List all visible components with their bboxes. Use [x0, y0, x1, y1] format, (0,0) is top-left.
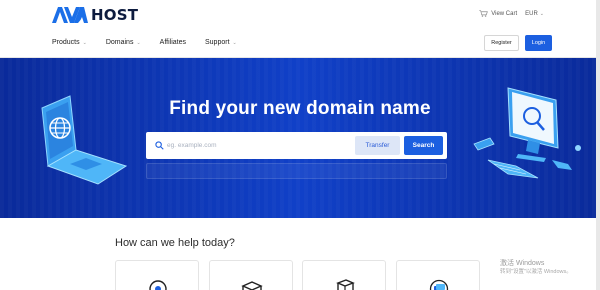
nav-item-label: Domains: [105, 39, 134, 46]
nav-item-label: Affiliates: [159, 39, 186, 46]
watermark-line1: 激活 Windows: [500, 260, 545, 267]
topbar-utilities: View Cart EUR ⌄: [479, 10, 544, 17]
server-icon: [336, 279, 355, 290]
view-cart-link[interactable]: View Cart: [479, 10, 517, 17]
main-nav: Products ⌄ Domains ⌄ Affiliates Support …: [52, 39, 237, 46]
nav-item-label: Support: [205, 39, 230, 46]
nav-item-affiliates[interactable]: Affiliates: [160, 39, 186, 46]
chevron-down-icon: ⌄: [82, 39, 87, 46]
hero-banner: Find your new domain name Transfer Searc…: [0, 58, 600, 218]
nav-item-label: Products: [52, 39, 80, 46]
currency-label: EUR: [525, 10, 538, 17]
credit-card-icon: [429, 279, 449, 290]
currency-selector[interactable]: EUR ⌄: [525, 11, 544, 17]
help-card-products[interactable]: [209, 260, 293, 290]
hero-title: Find your new domain name: [169, 98, 431, 119]
windows-activation-watermark: 激活 Windows 转到"设置"以激活 Windows。: [500, 259, 572, 277]
nav-item-domains[interactable]: Domains ⌄: [106, 39, 141, 46]
brand-logo[interactable]: HOST: [52, 6, 138, 24]
transfer-button[interactable]: Transfer: [355, 136, 400, 155]
search-icon: [155, 141, 164, 150]
view-cart-label: View Cart: [491, 10, 518, 17]
nav-item-support[interactable]: Support ⌄: [205, 39, 237, 46]
chevron-down-icon: ⌄: [539, 10, 544, 17]
site-header: HOST View Cart EUR ⌄ Products ⌄ Domains …: [0, 0, 600, 58]
domain-search-input[interactable]: [167, 137, 347, 154]
login-button[interactable]: Login: [525, 35, 552, 51]
support-lifebuoy-icon: [149, 280, 167, 290]
help-card-servers[interactable]: [302, 260, 386, 290]
cart-icon: [479, 10, 489, 17]
register-button[interactable]: Register: [484, 35, 519, 51]
scrollbar[interactable]: [596, 0, 600, 290]
ava-logo-mark-icon: [52, 7, 88, 23]
help-section-title: How can we help today?: [115, 237, 235, 249]
monitor-search-illustration-icon: [473, 87, 581, 179]
watermark-line2: 转到"设置"以激活 Windows。: [500, 269, 572, 275]
nav-item-products[interactable]: Products ⌄: [52, 39, 87, 46]
box-icon: [241, 281, 263, 290]
help-card-support[interactable]: [115, 260, 199, 290]
logo-text: HOST: [91, 6, 139, 24]
domain-search-box: Transfer Search: [146, 132, 447, 159]
search-suggestions-bar: [146, 163, 447, 179]
search-button[interactable]: Search: [404, 136, 443, 155]
chevron-down-icon: ⌄: [232, 39, 237, 46]
help-card-billing[interactable]: [396, 260, 480, 290]
chevron-down-icon: ⌄: [136, 39, 141, 46]
